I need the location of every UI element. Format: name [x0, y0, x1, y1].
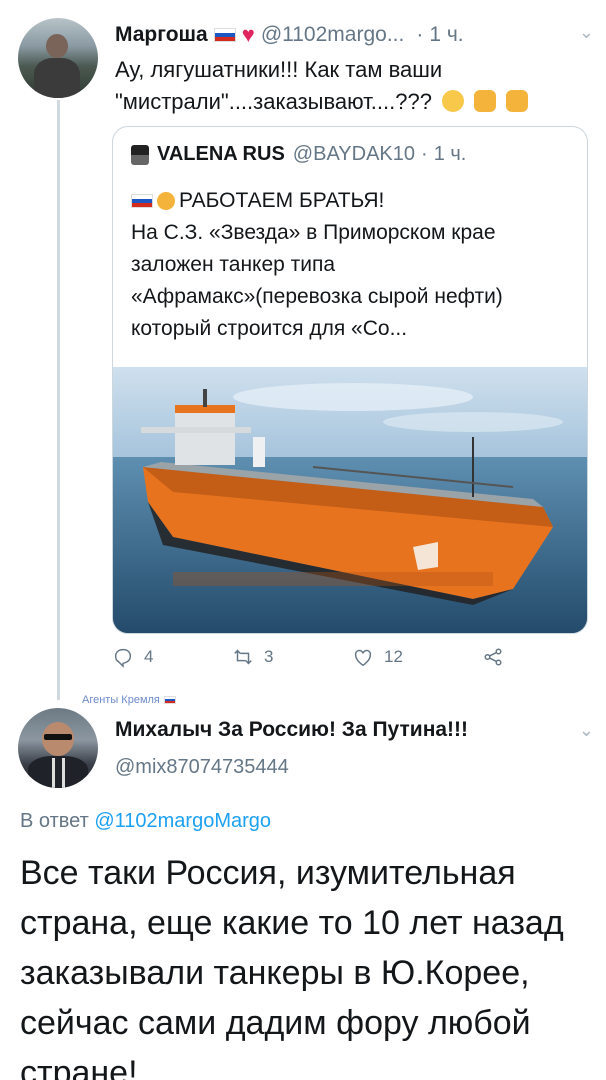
thumbs-up-emoji-icon: [474, 90, 497, 112]
quoted-body: На С.З. «Звезда» в Приморском крае залож…: [131, 221, 503, 340]
agent-label-text: Агенты Кремля: [82, 694, 160, 706]
like-icon: [354, 649, 372, 667]
reply-button[interactable]: 4: [112, 646, 153, 668]
pointing-down-emoji-icon: [506, 90, 529, 112]
retweet-icon: [234, 649, 252, 665]
quoted-tweet-card[interactable]: VALENA RUS @BAYDAK10 · 1 ч. РАБОТАЕМ БРА…: [112, 126, 588, 634]
share-icon: [484, 648, 502, 666]
tweet-header: Маргоша ♥ @1102margo... · 1 ч. ⌄: [115, 20, 594, 50]
quoted-author-name: VALENA RUS: [157, 143, 285, 165]
avatar[interactable]: [18, 708, 98, 788]
russian-flag-icon: [163, 696, 176, 704]
share-button[interactable]: [482, 646, 514, 668]
fist-emoji-icon: [157, 192, 175, 210]
tanker-illustration: [113, 367, 587, 633]
retweet-button[interactable]: 3: [232, 646, 273, 668]
author-handle[interactable]: @mix87074735444: [115, 756, 289, 779]
heart-icon: ♥: [241, 22, 255, 47]
quoted-title-line: РАБОТАЕМ БРАТЬЯ!: [131, 185, 571, 217]
avatar[interactable]: [18, 18, 98, 98]
quoted-author-handle: @BAYDAK10: [292, 143, 416, 165]
replying-to: В ответ @1102margoMargo: [20, 810, 271, 833]
tweet-time[interactable]: 1 ч.: [429, 23, 463, 47]
quoted-tweet-time: 1 ч.: [433, 143, 467, 165]
author-name[interactable]: Маргоша: [115, 23, 208, 47]
quoted-title: РАБОТАЕМ БРАТЬЯ!: [179, 189, 385, 212]
thread-connector-line: [57, 100, 60, 700]
russian-flag-icon: [131, 194, 153, 208]
quoted-tweet-text: РАБОТАЕМ БРАТЬЯ! На С.З. «Звезда» в Прим…: [131, 185, 571, 345]
separator-dot: ·: [416, 23, 424, 46]
tweet-body: Ау, лягушатники!!! Как там ваши "мистрал…: [115, 57, 443, 114]
chevron-down-icon[interactable]: ⌄: [579, 22, 594, 43]
quoted-tweet-header: VALENA RUS @BAYDAK10 · 1 ч.: [131, 143, 466, 166]
tweet-actions-bar: 4 3 12: [112, 646, 552, 676]
quoted-avatar-icon: [131, 144, 149, 165]
like-button[interactable]: 12: [352, 646, 403, 668]
tweet-header: Михалыч За Россию! За Путина!!! ⌄: [115, 718, 594, 748]
tweet-text: Все таки Россия, изумительная страна, ещ…: [20, 854, 564, 1080]
chevron-down-icon[interactable]: ⌄: [579, 720, 594, 741]
author-handle[interactable]: @1102margo...: [261, 23, 405, 47]
separator-dot: ·: [421, 143, 428, 165]
reply-prefix: В ответ: [20, 810, 89, 832]
reply-handle-link[interactable]: @1102margoMargo: [94, 810, 271, 832]
like-count: 12: [384, 647, 403, 666]
tanker-ship-image[interactable]: [113, 367, 587, 633]
russian-flag-icon: [213, 28, 236, 42]
agent-label: Агенты Кремля: [82, 694, 176, 706]
reply-icon: [114, 648, 132, 668]
author-name[interactable]: Михалыч За Россию! За Путина!!!: [115, 718, 468, 741]
retweet-count: 3: [264, 647, 274, 666]
hugging-emoji-icon: [442, 90, 465, 112]
reply-count: 4: [144, 647, 154, 666]
tweet-text: Ау, лягушатники!!! Как там ваши "мистрал…: [115, 54, 595, 118]
